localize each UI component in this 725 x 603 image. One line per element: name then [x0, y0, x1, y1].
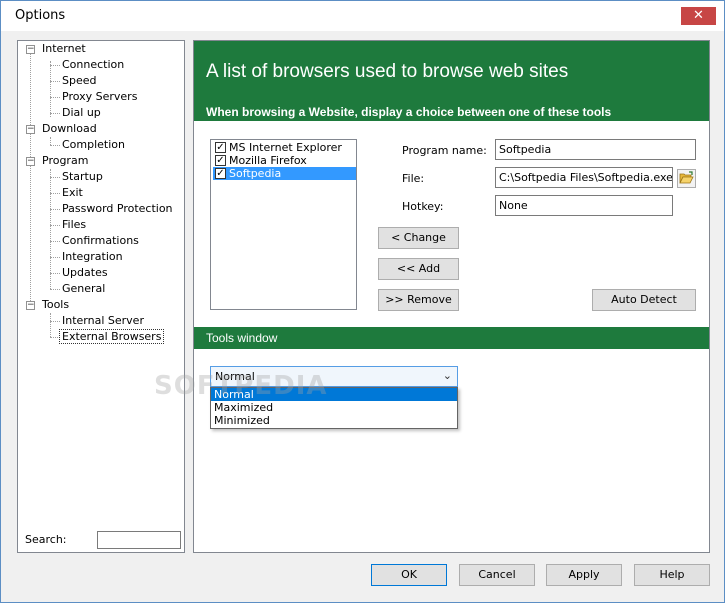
- checkbox-icon[interactable]: ✓: [215, 155, 226, 166]
- add-button[interactable]: << Add: [378, 258, 459, 280]
- title-bar[interactable]: Options ✕: [1, 1, 724, 31]
- hotkey-field[interactable]: None: [495, 195, 673, 216]
- ok-button[interactable]: OK: [371, 564, 447, 586]
- tree-item-tools[interactable]: Tools: [40, 297, 71, 313]
- browser-list[interactable]: ✓ MS Internet Explorer ✓ Mozilla Firefox…: [210, 139, 357, 310]
- tree-item-download[interactable]: Download: [40, 121, 99, 137]
- tree-item-speed[interactable]: Speed: [60, 73, 98, 89]
- file-label: File:: [402, 172, 425, 185]
- list-item-selected[interactable]: ✓ Softpedia: [213, 167, 356, 180]
- options-window: Options ✕ − Internet Connection Speed Pr…: [0, 0, 725, 603]
- browse-file-button[interactable]: [677, 169, 696, 188]
- tree-item-connection[interactable]: Connection: [60, 57, 126, 73]
- tree-item-exit[interactable]: Exit: [60, 185, 85, 201]
- browser-label: MS Internet Explorer: [229, 141, 342, 154]
- panel-title: A list of browsers used to browse web si…: [206, 61, 569, 82]
- panel-subtitle: When browsing a Website, display a choic…: [206, 105, 612, 119]
- tree-item-confirmations[interactable]: Confirmations: [60, 233, 141, 249]
- cancel-button[interactable]: Cancel: [459, 564, 535, 586]
- external-browsers-panel: A list of browsers used to browse web si…: [193, 40, 710, 553]
- search-input[interactable]: [97, 531, 181, 549]
- list-item[interactable]: ✓ Mozilla Firefox: [213, 154, 356, 167]
- tree-item-integration[interactable]: Integration: [60, 249, 125, 265]
- remove-button[interactable]: >> Remove: [378, 289, 459, 311]
- tree-item-dial-up[interactable]: Dial up: [60, 105, 103, 121]
- apply-button[interactable]: Apply: [546, 564, 622, 586]
- panel-header: A list of browsers used to browse web si…: [194, 41, 709, 121]
- folder-open-icon: [679, 171, 694, 184]
- collapse-download-icon[interactable]: −: [26, 125, 35, 134]
- softpedia-watermark: SOFTPEDIA: [154, 371, 328, 401]
- tree-item-startup[interactable]: Startup: [60, 169, 105, 185]
- tree-item-program[interactable]: Program: [40, 153, 90, 169]
- tools-window-header: Tools window: [194, 327, 709, 349]
- dropdown-option-maximized[interactable]: Maximized: [211, 401, 457, 414]
- tree-item-completion[interactable]: Completion: [60, 137, 127, 153]
- tree-item-files[interactable]: Files: [60, 217, 88, 233]
- list-item[interactable]: ✓ MS Internet Explorer: [213, 141, 356, 154]
- hotkey-label: Hotkey:: [402, 200, 444, 213]
- window-title: Options: [15, 8, 66, 23]
- tree-item-external-browsers[interactable]: External Browsers: [58, 329, 165, 345]
- tree-item-proxy-servers[interactable]: Proxy Servers: [60, 89, 139, 105]
- program-name-field[interactable]: Softpedia: [495, 139, 696, 160]
- collapse-program-icon[interactable]: −: [26, 157, 35, 166]
- close-button[interactable]: ✕: [681, 7, 716, 25]
- collapse-tools-icon[interactable]: −: [26, 301, 35, 310]
- checkbox-icon[interactable]: ✓: [215, 168, 226, 179]
- help-button[interactable]: Help: [634, 564, 710, 586]
- browser-label: Softpedia: [229, 167, 282, 180]
- change-button[interactable]: < Change: [378, 227, 459, 249]
- collapse-internet-icon[interactable]: −: [26, 45, 35, 54]
- tree-item-internet[interactable]: Internet: [40, 41, 88, 57]
- close-icon: ✕: [693, 8, 704, 23]
- checkbox-icon[interactable]: ✓: [215, 142, 226, 153]
- tree-item-internal-server[interactable]: Internal Server: [60, 313, 146, 329]
- file-field[interactable]: C:\Softpedia Files\Softpedia.exe: [495, 167, 673, 188]
- tree-item-password-protection[interactable]: Password Protection: [60, 201, 175, 217]
- auto-detect-button[interactable]: Auto Detect: [592, 289, 696, 311]
- options-tree[interactable]: − Internet Connection Speed Proxy Server…: [17, 40, 185, 553]
- dropdown-option-minimized[interactable]: Minimized: [211, 414, 457, 427]
- browser-label: Mozilla Firefox: [229, 154, 307, 167]
- program-name-label: Program name:: [402, 144, 487, 157]
- tree-item-updates[interactable]: Updates: [60, 265, 110, 281]
- chevron-down-icon[interactable]: ⌄: [443, 368, 452, 383]
- tree-item-general[interactable]: General: [60, 281, 107, 297]
- search-label: Search:: [25, 533, 67, 546]
